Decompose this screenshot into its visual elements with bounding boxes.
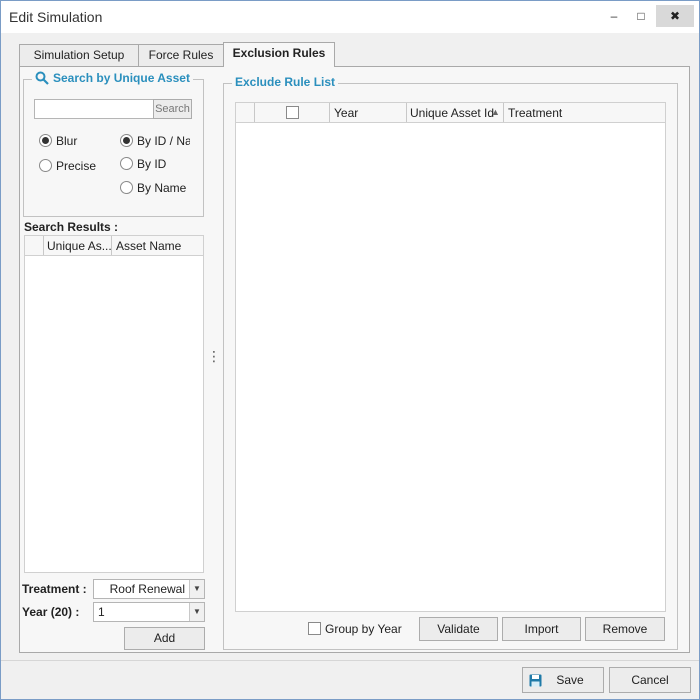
validate-button-label: Validate [437, 622, 480, 636]
dialog-footer: Save Cancel [1, 660, 699, 699]
splitter-handle[interactable]: ⋮ [207, 348, 221, 365]
cancel-button[interactable]: Cancel [609, 667, 691, 693]
remove-button[interactable]: Remove [585, 617, 665, 641]
add-button[interactable]: Add [124, 627, 205, 650]
treatment-combo[interactable]: Roof Renewal ▼ [93, 579, 205, 599]
tab-exclusion-rules[interactable]: Exclusion Rules [223, 42, 335, 67]
exclude-rule-header: Year Unique Asset Id ▲ Treatment [236, 103, 665, 123]
search-results-grid[interactable]: Unique As... Asset Name [24, 235, 204, 573]
tab-simulation-setup[interactable]: Simulation Setup [19, 44, 139, 66]
exclusion-rules-page: Search by Unique Asset Search Blur Preci… [19, 66, 690, 653]
magnifier-icon [35, 71, 49, 85]
radio-by-name[interactable] [120, 181, 133, 194]
window-title: Edit Simulation [9, 9, 103, 25]
column-separator [254, 103, 255, 122]
tab-label: Force Rules [148, 48, 214, 62]
group-by-year-checkbox[interactable] [308, 622, 321, 635]
group-by-year-label: Group by Year [325, 622, 402, 636]
radio-by-id-name-label: By ID / Nar [137, 134, 190, 148]
column-separator [329, 103, 330, 122]
search-results-label: Search Results : [24, 220, 119, 234]
exclude-rule-grid[interactable]: Year Unique Asset Id ▲ Treatment [235, 102, 666, 612]
column-separator [406, 103, 407, 122]
column-separator [503, 103, 504, 122]
cancel-button-label: Cancel [631, 673, 669, 687]
import-button-label: Import [524, 622, 559, 636]
search-button-label: Search [155, 103, 190, 115]
close-button[interactable]: ✖ [656, 5, 694, 27]
radio-by-id-name[interactable] [120, 134, 133, 147]
radio-by-name-label: By Name [137, 181, 187, 195]
tab-label: Exclusion Rules [232, 46, 326, 60]
search-results-header: Unique As... Asset Name [25, 236, 203, 256]
tab-label: Simulation Setup [33, 48, 125, 62]
radio-by-id-label: By ID [137, 157, 167, 171]
column-unique-asset-id[interactable]: Unique Asset Id [410, 106, 494, 120]
treatment-label: Treatment : [22, 582, 87, 596]
maximize-button[interactable]: □ [628, 5, 654, 27]
select-all-checkbox[interactable] [286, 106, 299, 119]
remove-button-label: Remove [602, 622, 648, 636]
column-asset-name[interactable]: Asset Name [116, 239, 181, 253]
column-separator [43, 236, 44, 255]
save-button[interactable]: Save [522, 667, 604, 693]
year-value: 1 [98, 605, 105, 619]
close-icon: ✖ [669, 9, 681, 23]
search-group-title: Search by Unique Asset [53, 71, 190, 85]
chevron-down-icon[interactable]: ▼ [189, 603, 204, 621]
year-label: Year (20) : [22, 605, 80, 619]
column-separator [111, 236, 112, 255]
exclude-rule-title: Exclude Rule List [232, 75, 339, 89]
search-button[interactable]: Search [153, 99, 192, 119]
minimize-icon: – [610, 9, 618, 23]
floppy-disk-icon [529, 674, 542, 687]
validate-button[interactable]: Validate [419, 617, 498, 641]
radio-precise[interactable] [39, 159, 52, 172]
radio-blur[interactable] [39, 134, 52, 147]
maximize-icon: □ [637, 9, 645, 23]
radio-blur-label: Blur [56, 134, 78, 148]
year-combo[interactable]: 1 ▼ [93, 602, 205, 622]
column-year[interactable]: Year [334, 106, 358, 120]
chevron-down-icon[interactable]: ▼ [189, 580, 204, 598]
sort-ascending-icon: ▲ [491, 107, 500, 117]
column-unique-asset[interactable]: Unique As... [47, 239, 111, 253]
add-button-label: Add [153, 631, 176, 645]
search-input[interactable] [34, 99, 154, 119]
title-bar: Edit Simulation – □ ✖ [1, 1, 699, 33]
save-button-label: Save [556, 673, 584, 687]
radio-precise-label: Precise [56, 159, 97, 173]
radio-by-id[interactable] [120, 157, 133, 170]
edit-simulation-window: Edit Simulation – □ ✖ Simulation Setup F… [0, 0, 700, 700]
import-button[interactable]: Import [502, 617, 581, 641]
minimize-button[interactable]: – [601, 5, 627, 27]
column-treatment[interactable]: Treatment [508, 106, 562, 120]
tab-force-rules[interactable]: Force Rules [138, 44, 224, 66]
search-group-header: Search by Unique Asset [32, 71, 193, 85]
treatment-value: Roof Renewal [109, 582, 185, 596]
